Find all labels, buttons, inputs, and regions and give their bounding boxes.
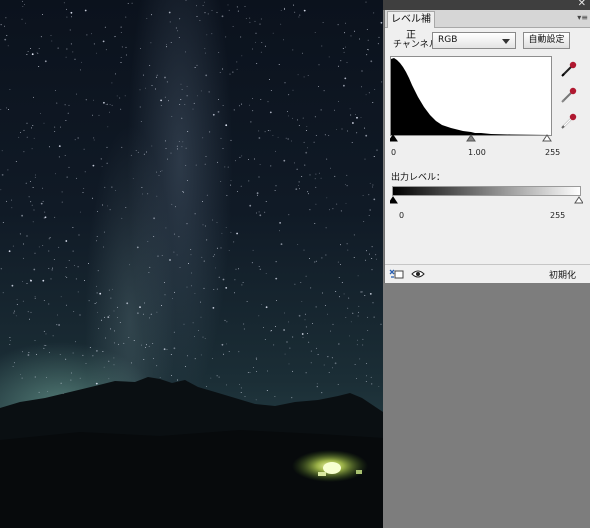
input-levels-slider[interactable] — [390, 134, 552, 142]
input-gamma-value: 1.00 — [468, 148, 486, 157]
clip-to-layer-icon[interactable] — [389, 268, 405, 280]
channel-select-value: RGB — [438, 35, 458, 45]
gray-point-eyedropper-icon[interactable] — [560, 86, 578, 104]
output-gradient-bar — [392, 186, 581, 196]
levels-panel: レベル補正 ▾≡ チャンネル： RGB 自動設定 0 1.00 255 出力レベ — [384, 10, 590, 283]
white-input-handle — [542, 134, 552, 142]
chevron-down-icon — [502, 39, 510, 44]
output-black-value: 0 — [399, 211, 405, 220]
input-black-value: 0 — [391, 148, 397, 157]
white-output-handle — [574, 196, 583, 204]
channel-select[interactable]: RGB — [432, 32, 516, 49]
white-point-eyedropper-icon[interactable] — [560, 112, 578, 130]
panel-tab-bar: レベル補正 ▾≡ — [385, 10, 590, 41]
output-levels-label: 出力レベル： — [391, 173, 446, 183]
auto-button[interactable]: 自動設定 — [523, 32, 570, 49]
reset-button[interactable]: 初期化 — [549, 268, 576, 281]
output-white-value: 255 — [550, 211, 566, 220]
tab-levels[interactable]: レベル補正 — [387, 11, 435, 41]
panel-title-strip: ✕ — [383, 0, 590, 10]
panel-menu-icon[interactable]: ▾≡ — [577, 11, 588, 25]
document-canvas-photo[interactable] — [0, 0, 383, 528]
input-white-value: 255 — [545, 148, 561, 157]
black-input-handle — [390, 134, 398, 142]
panel-footer: 初期化 — [385, 264, 590, 283]
histogram — [390, 56, 552, 136]
mountain-silhouette — [0, 377, 383, 528]
black-point-eyedropper-icon[interactable] — [560, 60, 578, 78]
visibility-eye-icon[interactable] — [411, 269, 425, 279]
output-levels-slider[interactable] — [390, 196, 583, 204]
gamma-input-handle — [466, 134, 476, 142]
close-icon[interactable]: ✕ — [578, 0, 586, 10]
black-output-handle — [390, 196, 398, 204]
histogram-graph — [391, 58, 551, 135]
